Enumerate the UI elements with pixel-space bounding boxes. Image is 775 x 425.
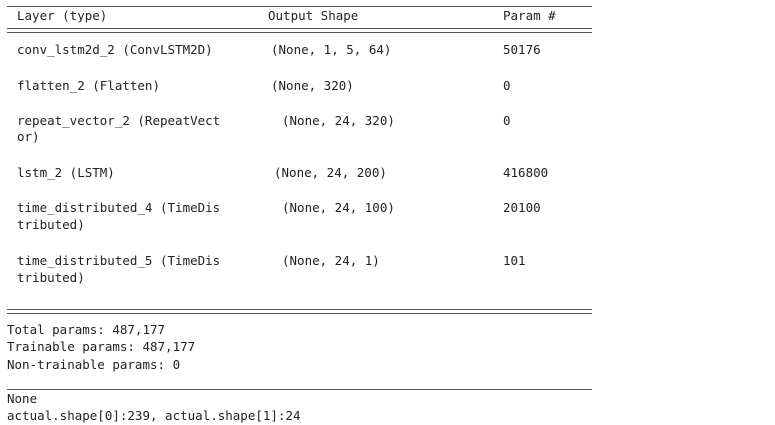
trainable-params: Trainable params: 487,177	[7, 339, 196, 354]
row-output-shape: (None, 320)	[271, 78, 354, 93]
top-rule	[7, 6, 592, 7]
row-param: 50176	[503, 42, 541, 57]
non-trainable-params: Non-trainable params: 0	[7, 357, 181, 372]
totals-rule	[7, 309, 592, 314]
row-param: 0	[503, 113, 511, 128]
header-param: Param #	[503, 8, 556, 23]
row-output-shape: (None, 1, 5, 64)	[271, 42, 392, 57]
row-layer: repeat_vector_2 (RepeatVect	[17, 113, 221, 128]
row-layer: conv_lstm2d_2 (ConvLSTM2D)	[17, 42, 213, 57]
row-param: 0	[503, 78, 511, 93]
header-layer: Layer (type)	[17, 8, 108, 23]
row-output-shape: (None, 24, 200)	[274, 165, 387, 180]
row-output-shape: (None, 24, 100)	[282, 200, 395, 215]
console-output: { "summary": { "headers": { "layer": "La…	[0, 0, 775, 425]
row-layer-continuation: tributed)	[17, 270, 85, 285]
row-layer-continuation: tributed)	[17, 217, 85, 232]
output-line: actual.shape[0]:239, actual.shape[1]:24	[7, 408, 301, 423]
row-param: 20100	[503, 200, 541, 215]
total-params: Total params: 487,177	[7, 322, 166, 337]
row-param: 416800	[503, 165, 549, 180]
row-param: 101	[503, 253, 526, 268]
output-line: None	[7, 391, 38, 406]
row-layer: lstm_2 (LSTM)	[17, 165, 115, 180]
bottom-rule	[7, 389, 592, 390]
row-output-shape: (None, 24, 1)	[282, 253, 380, 268]
header-output-shape: Output Shape	[268, 8, 359, 23]
header-rule	[7, 28, 592, 33]
row-layer: time_distributed_5 (TimeDis	[17, 253, 221, 268]
row-layer-continuation: or)	[17, 129, 40, 144]
row-output-shape: (None, 24, 320)	[282, 113, 395, 128]
row-layer: time_distributed_4 (TimeDis	[17, 200, 221, 215]
row-layer: flatten_2 (Flatten)	[17, 78, 160, 93]
